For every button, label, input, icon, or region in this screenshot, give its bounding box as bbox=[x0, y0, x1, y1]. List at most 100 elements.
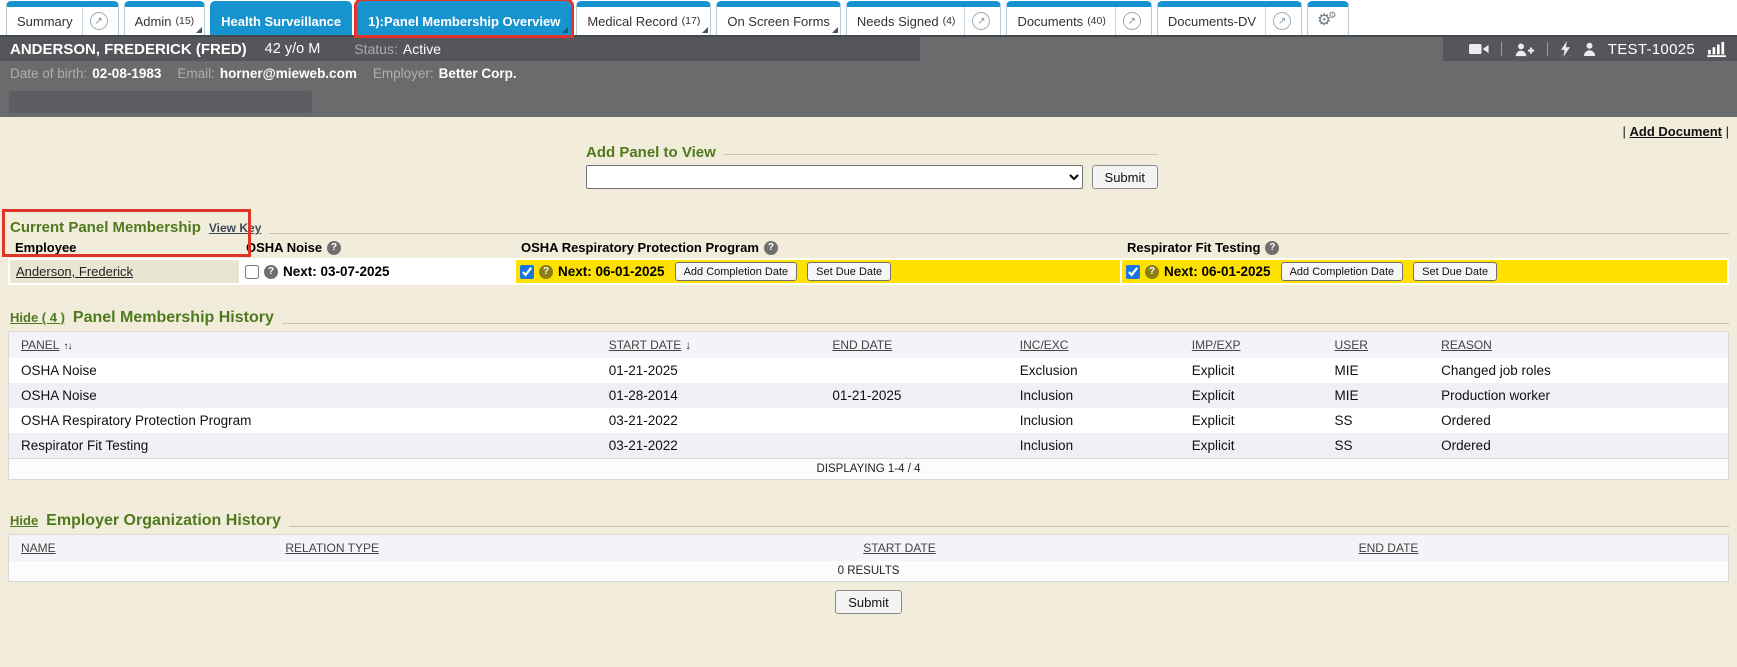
current-panel-table: Employee OSHA Noise ? OSHA Respiratory P… bbox=[8, 237, 1729, 285]
user-id[interactable]: TEST-10025 bbox=[1608, 41, 1695, 58]
tab-medical-record-label: Medical Record bbox=[587, 14, 677, 29]
patient-name-block: ANDERSON, FREDERICK (FRED) 42 y/o M Stat… bbox=[0, 37, 920, 61]
fieldset-line bbox=[724, 154, 1158, 155]
video-camera-icon[interactable] bbox=[1469, 42, 1489, 56]
tab-summary[interactable]: Summary ↗ bbox=[6, 1, 119, 35]
cell-inc-exc: Inclusion bbox=[1008, 383, 1180, 408]
tab-panel-membership-overview[interactable]: 1):Panel Membership Overview bbox=[357, 1, 571, 35]
help-icon[interactable]: ? bbox=[264, 265, 278, 279]
paging-status: DISPLAYING 1-4 / 4 bbox=[9, 459, 1729, 480]
cell-reason: Ordered bbox=[1429, 433, 1728, 459]
tab-divider bbox=[1265, 7, 1266, 35]
add-person-icon[interactable] bbox=[1514, 42, 1535, 57]
osha-respiratory-cell: ? Next: 06-01-2025 Add Completion Date S… bbox=[515, 259, 1121, 284]
col-header-relation-type[interactable]: RELATION TYPE bbox=[273, 535, 851, 562]
cell-inc-exc: Exclusion bbox=[1008, 358, 1180, 383]
view-key-link[interactable]: View Key bbox=[209, 221, 261, 235]
status-value: Active bbox=[403, 41, 441, 57]
popout-icon[interactable]: ↗ bbox=[1123, 12, 1141, 30]
add-document-link[interactable]: Add Document bbox=[1630, 124, 1722, 139]
help-icon[interactable]: ? bbox=[327, 241, 341, 255]
tab-documents-label: Documents bbox=[1017, 14, 1083, 29]
popout-icon[interactable]: ↗ bbox=[1273, 12, 1291, 30]
employer-value: Better Corp. bbox=[439, 66, 517, 81]
osha-noise-checkbox[interactable] bbox=[245, 265, 259, 279]
tab-admin-label: Admin bbox=[135, 14, 172, 29]
set-due-date-button[interactable]: Set Due Date bbox=[807, 262, 891, 281]
tab-divider bbox=[82, 7, 83, 35]
col-header-start-date[interactable]: START DATE bbox=[851, 535, 1346, 562]
tab-health-surveillance[interactable]: Health Surveillance bbox=[210, 1, 352, 35]
tab-needs-signed[interactable]: Needs Signed (4) ↗ bbox=[846, 1, 1002, 35]
add-completion-date-button[interactable]: Add Completion Date bbox=[675, 262, 798, 281]
cell-panel: OSHA Noise bbox=[9, 358, 597, 383]
cell-end-date bbox=[820, 408, 1007, 433]
bottom-submit-button[interactable]: Submit bbox=[835, 590, 901, 614]
email-value: horner@mieweb.com bbox=[220, 66, 357, 81]
add-panel-submit-button[interactable]: Submit bbox=[1092, 165, 1158, 189]
bar-chart-icon[interactable] bbox=[1707, 41, 1727, 57]
dob-label: Date of birth: bbox=[10, 66, 87, 81]
set-due-date-button[interactable]: Set Due Date bbox=[1413, 262, 1497, 281]
patient-header-row2: Date of birth: 02-08-1983 Email: horner@… bbox=[0, 61, 1737, 86]
status-label: Status: bbox=[354, 41, 398, 57]
tab-medical-record[interactable]: Medical Record (17) bbox=[576, 1, 711, 35]
lightning-icon[interactable] bbox=[1560, 41, 1571, 57]
tab-summary-label: Summary bbox=[17, 14, 73, 29]
fieldset-line bbox=[269, 233, 1729, 234]
osha-noise-cell: ? Next: 03-07-2025 bbox=[240, 259, 515, 284]
add-completion-date-button[interactable]: Add Completion Date bbox=[1281, 262, 1404, 281]
tab-divider bbox=[1115, 7, 1116, 35]
col-header-name[interactable]: NAME bbox=[9, 535, 274, 562]
cell-end-date bbox=[820, 433, 1007, 459]
help-icon[interactable]: ? bbox=[539, 265, 553, 279]
hide-panel-history-link[interactable]: Hide ( 4 ) bbox=[10, 310, 65, 325]
col-header-inc-exc[interactable]: INC/EXC bbox=[1008, 332, 1180, 359]
popout-icon[interactable]: ↗ bbox=[972, 12, 990, 30]
col-header-employee: Employee bbox=[9, 237, 240, 259]
col-header-end-date[interactable]: END DATE bbox=[1347, 535, 1729, 562]
respirator-fit-checkbox[interactable] bbox=[1126, 265, 1140, 279]
help-icon[interactable]: ? bbox=[1145, 265, 1159, 279]
osha-respiratory-checkbox[interactable] bbox=[520, 265, 534, 279]
tab-needs-signed-label: Needs Signed bbox=[857, 14, 939, 29]
hide-employer-history-link[interactable]: Hide bbox=[10, 513, 38, 528]
col-header-reason[interactable]: REASON bbox=[1429, 332, 1728, 359]
employee-link[interactable]: Anderson, Frederick bbox=[16, 264, 133, 279]
employer-history-title: Employer Organization History bbox=[46, 512, 281, 530]
tab-admin[interactable]: Admin (15) bbox=[124, 1, 206, 35]
tab-on-screen-forms[interactable]: On Screen Forms bbox=[716, 1, 841, 35]
header-toolbar: TEST-10025 bbox=[1443, 37, 1737, 61]
current-panel-membership-section: Current Panel Membership View Key Employ… bbox=[0, 219, 1737, 285]
col-header-start-date[interactable]: START DATE↓ bbox=[597, 332, 821, 359]
help-icon[interactable]: ? bbox=[1265, 241, 1279, 255]
toolbar-divider bbox=[1501, 42, 1502, 56]
tab-documents-dv[interactable]: Documents-DV ↗ bbox=[1157, 1, 1302, 35]
panel-membership-overview-page: Summary ↗ Admin (15) Health Surveillance… bbox=[0, 0, 1737, 667]
tab-panel-membership-overview-label: 1):Panel Membership Overview bbox=[368, 14, 560, 29]
employer-label: Employer: bbox=[373, 66, 434, 81]
col-header-user[interactable]: USER bbox=[1323, 332, 1430, 359]
help-icon[interactable]: ? bbox=[764, 241, 778, 255]
panel-select[interactable] bbox=[586, 165, 1083, 189]
dob-value: 02-08-1983 bbox=[92, 66, 161, 81]
user-icon[interactable] bbox=[1583, 42, 1596, 56]
tab-documents[interactable]: Documents (40) ↗ bbox=[1006, 1, 1151, 35]
email-label: Email: bbox=[177, 66, 215, 81]
tab-health-surveillance-label: Health Surveillance bbox=[221, 14, 341, 29]
col-header-end-date[interactable]: END DATE bbox=[820, 332, 1007, 359]
cell-reason: Production worker bbox=[1429, 383, 1728, 408]
cell-start-date: 01-28-2014 bbox=[597, 383, 821, 408]
fieldset-line bbox=[289, 526, 1729, 527]
cell-end-date bbox=[820, 358, 1007, 383]
col-header-panel[interactable]: PANEL↑↓ bbox=[9, 332, 597, 359]
cell-user: SS bbox=[1323, 433, 1430, 459]
tab-settings[interactable]: ⚙ ⚙ bbox=[1307, 1, 1349, 35]
col-header-imp-exp[interactable]: IMP/EXP bbox=[1180, 332, 1323, 359]
popout-icon[interactable]: ↗ bbox=[90, 12, 108, 30]
cell-start-date: 03-21-2022 bbox=[597, 408, 821, 433]
patient-header: ANDERSON, FREDERICK (FRED) 42 y/o M Stat… bbox=[0, 35, 1737, 117]
membership-row: Anderson, Frederick ? Next: 03-07-2025 ?… bbox=[9, 259, 1728, 284]
cell-imp-exp: Explicit bbox=[1180, 383, 1323, 408]
panel-history-title: Panel Membership History bbox=[73, 309, 274, 327]
